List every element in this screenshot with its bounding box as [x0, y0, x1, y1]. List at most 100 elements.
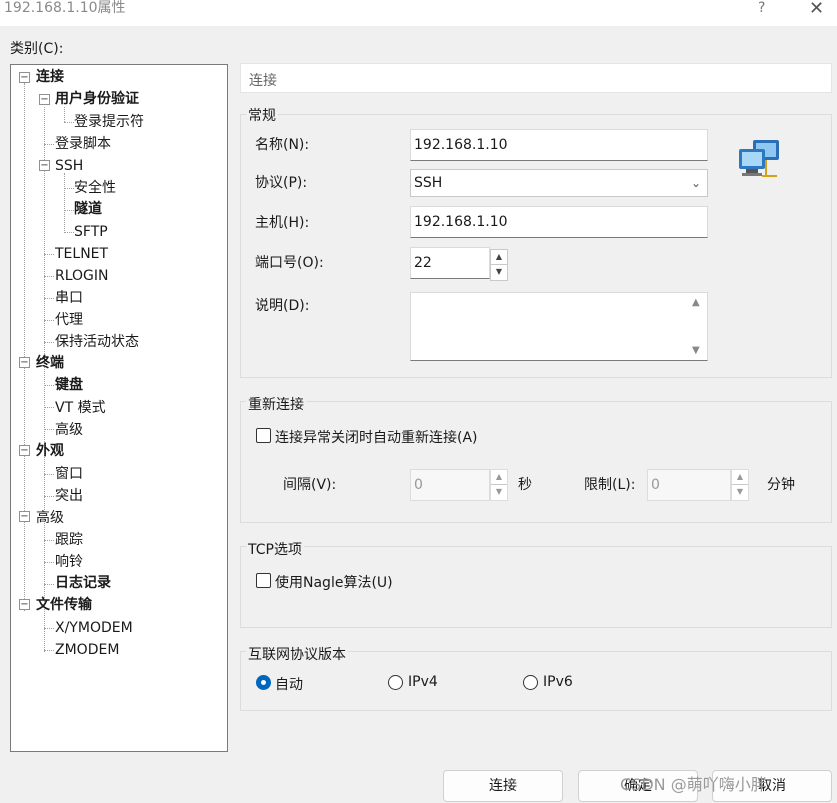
spin-down-icon[interactable]: ▼	[732, 485, 748, 500]
minus-box-icon[interactable]: −	[19, 599, 30, 610]
minus-box-icon[interactable]: −	[19, 445, 30, 456]
tree-item-connection[interactable]: 连接	[36, 67, 64, 87]
tree-line	[64, 107, 65, 122]
tree-line	[44, 407, 54, 408]
port-label: 端口号(O):	[255, 255, 324, 271]
minus-box-icon[interactable]: −	[39, 94, 50, 105]
protocol-select[interactable]: SSH ⌄	[410, 169, 708, 197]
tree-line	[44, 429, 54, 430]
description-scrollbar[interactable]: ▲ ▼	[687, 293, 707, 360]
tree-item-user-auth[interactable]: 用户身份验证	[55, 89, 139, 109]
tree-line	[44, 496, 54, 497]
reconnect-group-title: 重新连接	[246, 394, 306, 414]
spin-up-icon[interactable]: ▲	[491, 250, 507, 265]
limit-input[interactable]: 0	[647, 469, 731, 501]
radio-ipv4-label[interactable]: IPv4	[408, 674, 438, 690]
minus-box-icon[interactable]: −	[39, 160, 50, 171]
auto-reconnect-label[interactable]: 连接异常关闭时自动重新连接(A)	[275, 427, 478, 447]
title-bar: 192.168.1.10属性 ? ✕	[0, 0, 837, 26]
tree-item-sftp[interactable]: SFTP	[74, 222, 108, 242]
help-button[interactable]: ?	[758, 0, 765, 16]
chevron-down-icon: ⌄	[690, 176, 701, 190]
tree-line	[44, 628, 54, 629]
tree-line	[44, 650, 54, 651]
tree-line	[44, 474, 54, 475]
tree-item-bell[interactable]: 响铃	[55, 552, 83, 572]
tree-item-ssh[interactable]: SSH	[55, 156, 83, 176]
tree-item-window[interactable]: 窗口	[55, 464, 83, 484]
tree-item-appearance[interactable]: 外观	[36, 441, 64, 461]
tree-item-login-prompt[interactable]: 登录提示符	[74, 112, 144, 132]
radio-auto-label[interactable]: 自动	[275, 674, 303, 694]
tree-item-advanced[interactable]: 高级	[36, 508, 64, 528]
tree-item-login-script[interactable]: 登录脚本	[55, 134, 111, 154]
tree-item-keyboard[interactable]: 键盘	[55, 375, 83, 395]
tree-line	[44, 276, 54, 277]
interval-spinner[interactable]: ▲ ▼	[490, 469, 508, 501]
radio-ipv6-label[interactable]: IPv6	[543, 674, 573, 690]
tree-line	[64, 173, 65, 233]
radio-ipv6[interactable]	[523, 675, 538, 690]
tree-item-tunnel[interactable]: 隧道	[74, 199, 102, 219]
protocol-label: 协议(P):	[255, 175, 308, 191]
tree-item-proxy[interactable]: 代理	[55, 310, 83, 330]
nagle-checkbox[interactable]	[256, 573, 271, 588]
tree-item-keepalive[interactable]: 保持活动状态	[55, 332, 139, 352]
auto-reconnect-checkbox[interactable]	[256, 428, 271, 443]
tree-line	[64, 232, 74, 233]
spin-down-icon[interactable]: ▼	[491, 485, 507, 500]
general-group-title: 常规	[246, 105, 278, 125]
tree-item-terminal[interactable]: 终端	[36, 353, 64, 373]
close-button[interactable]: ✕	[809, 0, 824, 19]
scroll-down-icon[interactable]: ▼	[692, 345, 700, 356]
computer-network-icon	[739, 140, 779, 177]
spin-down-icon[interactable]: ▼	[491, 265, 507, 280]
tree-line	[24, 83, 25, 611]
connect-button[interactable]: 连接	[443, 770, 563, 802]
minus-box-icon[interactable]: −	[19, 72, 30, 83]
tree-item-serial[interactable]: 串口	[55, 288, 83, 308]
tree-line	[44, 342, 54, 343]
ip-version-group-title: 互联网协议版本	[246, 644, 348, 664]
spin-up-icon[interactable]: ▲	[732, 470, 748, 485]
host-input[interactable]: 192.168.1.10	[410, 206, 708, 238]
tree-item-logging[interactable]: 日志记录	[55, 573, 111, 593]
limit-spinner[interactable]: ▲ ▼	[731, 469, 749, 501]
nagle-label[interactable]: 使用Nagle算法(U)	[275, 572, 393, 592]
minus-box-icon[interactable]: −	[19, 357, 30, 368]
reconnect-group	[240, 401, 832, 523]
tree-item-xymodem[interactable]: X/YMODEM	[55, 618, 133, 638]
spin-up-icon[interactable]: ▲	[491, 470, 507, 485]
tree-item-trace[interactable]: 跟踪	[55, 530, 83, 550]
tree-item-file-transfer[interactable]: 文件传输	[36, 595, 92, 615]
description-textarea[interactable]: ▲ ▼	[410, 292, 708, 361]
tcp-group-title: TCP选项	[246, 539, 304, 559]
category-label: 类别(C):	[10, 41, 64, 57]
panel-header: 连接	[240, 63, 832, 93]
limit-unit: 分钟	[767, 477, 795, 493]
tree-line	[44, 144, 54, 145]
radio-auto[interactable]	[256, 675, 271, 690]
port-input[interactable]: 22	[410, 247, 490, 279]
category-tree[interactable]: − − − − − − − 连接 用户身份验证 登录提示符 登录脚本 SSH 安…	[10, 64, 228, 752]
tree-line	[44, 385, 54, 386]
interval-input[interactable]: 0	[410, 469, 490, 501]
tree-item-highlight[interactable]: 突出	[55, 486, 83, 506]
radio-ipv4[interactable]	[388, 675, 403, 690]
tree-item-vt-mode[interactable]: VT 模式	[55, 398, 106, 418]
limit-label: 限制(L):	[584, 477, 636, 493]
scroll-up-icon[interactable]: ▲	[692, 297, 700, 308]
name-input[interactable]: 192.168.1.10	[410, 129, 708, 161]
interval-unit: 秒	[518, 477, 532, 493]
port-spinner[interactable]: ▲ ▼	[490, 249, 508, 281]
tree-item-security[interactable]: 安全性	[74, 178, 116, 198]
watermark: CSDN @萌吖嗨小胖	[620, 775, 767, 794]
host-label: 主机(H):	[255, 215, 310, 231]
minus-box-icon[interactable]: −	[19, 511, 30, 522]
tree-item-terminal-advanced[interactable]: 高级	[55, 420, 83, 440]
tree-item-telnet[interactable]: TELNET	[55, 244, 108, 264]
tree-line	[44, 562, 54, 563]
tree-item-zmodem[interactable]: ZMODEM	[55, 640, 119, 660]
tree-item-rlogin[interactable]: RLOGIN	[55, 266, 109, 286]
tree-line	[44, 584, 54, 585]
